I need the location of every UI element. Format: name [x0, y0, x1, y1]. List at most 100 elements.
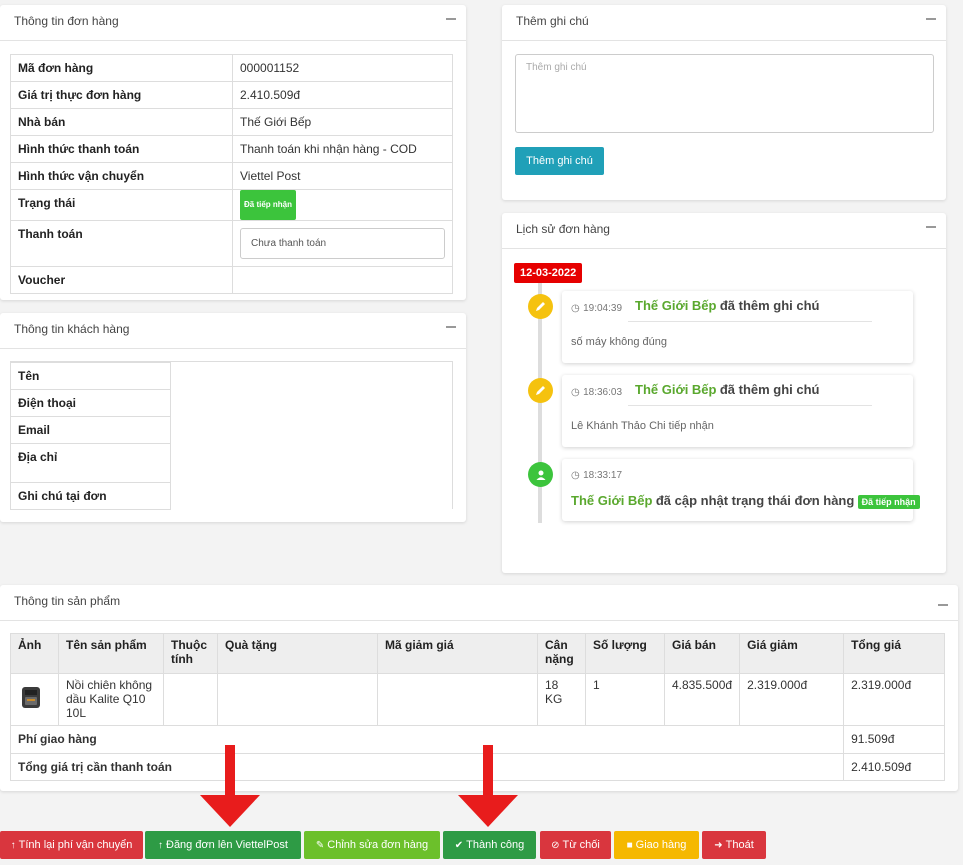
table-header-row: Ảnh Tên sản phẩm Thuộc tính Quà tặng Mã … — [10, 633, 945, 674]
seller-label: Nhà bán — [10, 108, 233, 136]
timeline-dot — [528, 462, 553, 487]
order-info-table: Mã đơn hàng 000001152 Giá trị thực đơn h… — [10, 54, 453, 294]
recalculate-shipping-button[interactable]: ↑ Tính lại phí vận chuyển — [0, 831, 143, 859]
pencil-icon — [536, 302, 545, 311]
status-badge: Đã tiếp nhận — [240, 190, 297, 220]
success-button[interactable]: ✔ Thành công — [443, 831, 536, 859]
customer-info-header: Thông tin khách hàng — [0, 313, 466, 349]
collapse-icon[interactable] — [446, 18, 456, 20]
table-row: Voucher — [10, 266, 453, 294]
table-row: Hình thức thanh toán Thanh toán khi nhận… — [10, 135, 453, 163]
customer-info-table: Tên Điện thoại Email Địa chỉ Ghi chú tại… — [10, 362, 171, 510]
history-event: ◷ 19:04:39 Thế Giới Bếp đã thêm ghi chú … — [562, 291, 913, 363]
history-header: Lịch sử đơn hàng — [502, 213, 946, 249]
col-header: Thuộc tính — [163, 633, 218, 674]
upload-icon: ↑ — [10, 840, 16, 851]
collapse-icon[interactable] — [938, 604, 948, 606]
pencil-icon — [536, 386, 545, 395]
table-row: Nhà bán Thế Giới Bếp — [10, 108, 453, 136]
table-row: Tên — [10, 362, 171, 390]
seller-value: Thế Giới Bếp — [232, 108, 453, 136]
col-header: Ảnh — [10, 633, 59, 674]
customer-note-label: Ghi chú tại đơn — [10, 482, 171, 510]
add-note-title: Thêm ghi chú — [516, 14, 589, 28]
table-row: Địa chỉ — [10, 443, 171, 483]
edit-icon: ✎ — [315, 840, 325, 851]
payment-method-label: Hình thức thanh toán — [10, 135, 233, 163]
order-info-panel: Thông tin đơn hàng Mã đơn hàng 000001152… — [0, 5, 466, 300]
col-header: Mã giảm giá — [377, 633, 538, 674]
collapse-icon[interactable] — [446, 326, 456, 328]
timeline-dot — [528, 294, 553, 319]
event-body: Lê Khánh Thảo Chi tiếp nhận — [571, 420, 714, 432]
table-row: Điện thoại — [10, 389, 171, 417]
product-price: 4.835.500đ — [663, 673, 741, 726]
product-name[interactable]: Nồi chiên không dầu Kalite Q10 10L — [58, 673, 164, 726]
order-info-title: Thông tin đơn hàng — [14, 14, 119, 28]
post-viettelpost-button[interactable]: ↑ Đăng đơn lên ViettelPost — [145, 831, 301, 859]
arrow-down-icon — [200, 745, 260, 827]
order-value-label: Giá trị thực đơn hàng — [10, 81, 233, 109]
event-action: đã cập nhật trạng thái đơn hàng — [655, 493, 855, 508]
history-date-badge: 12-03-2022 — [514, 263, 583, 283]
event-time: 18:33:17 — [583, 470, 623, 481]
order-id-label: Mã đơn hàng — [10, 54, 233, 82]
order-history-panel: Lịch sử đơn hàng 12-03-2022 ◷ 19:04:39 T… — [502, 213, 946, 573]
clock-icon: ◷ — [571, 387, 580, 398]
event-body: số máy không đúng — [571, 336, 668, 348]
col-header: Giá bán — [663, 633, 741, 674]
event-action: đã thêm ghi chú — [719, 382, 820, 397]
payment-status-field[interactable]: Chưa thanh toán — [240, 228, 445, 259]
shipping-fee-label: Phí giao hàng — [9, 725, 845, 754]
table-row: Thanh toán Chưa thanh toán — [10, 220, 453, 267]
shipping-method-value: Viettel Post — [232, 162, 453, 190]
table-row: Nồi chiên không dầu Kalite Q10 10L 18 KG… — [10, 673, 945, 726]
status-label: Trạng thái — [10, 189, 233, 221]
add-note-panel: Thêm ghi chú Thêm ghi chú Thêm ghi chú — [502, 5, 946, 200]
voucher-value — [232, 266, 453, 294]
add-note-button[interactable]: Thêm ghi chú — [515, 147, 604, 175]
col-header: Quà tặng — [217, 633, 378, 674]
edit-order-button[interactable]: ✎ Chỉnh sửa đơn hàng — [304, 831, 440, 859]
table-row: Email — [10, 416, 171, 444]
col-header: Tên sản phẩm — [58, 633, 164, 674]
collapse-icon[interactable] — [926, 18, 936, 20]
status-badge: Đã tiếp nhận — [857, 495, 920, 509]
products-title: Thông tin sản phẩm — [14, 594, 121, 608]
timeline-dot — [528, 378, 553, 403]
ban-icon: ⊘ — [551, 840, 560, 851]
col-header: Giá giảm — [739, 633, 845, 674]
collapse-icon[interactable] — [926, 226, 936, 228]
col-header: Tổng giá — [843, 633, 945, 674]
payment-method-value: Thanh toán khi nhận hàng - COD — [232, 135, 453, 163]
event-time: 18:36:03 — [583, 387, 623, 398]
timeline-line — [538, 283, 542, 523]
shipping-fee-value: 91.509đ — [843, 725, 945, 754]
product-qty: 1 — [585, 673, 665, 726]
col-header: Cân nặng — [537, 633, 586, 674]
customer-email-label: Email — [10, 416, 171, 444]
history-event: ◷ 18:36:03 Thế Giới Bếp đã thêm ghi chú … — [562, 375, 913, 447]
event-time: 19:04:39 — [583, 303, 623, 314]
payment-label: Thanh toán — [10, 220, 233, 267]
note-textarea[interactable]: Thêm ghi chú — [515, 54, 934, 133]
table-row: Trạng thái Đã tiếp nhận — [10, 189, 453, 221]
exit-button[interactable]: ➜ Thoát — [702, 831, 766, 859]
customer-info-panel: Thông tin khách hàng Tên Điện thoại Emai… — [0, 313, 466, 522]
table-row: Mã đơn hàng 000001152 — [10, 54, 453, 82]
product-gift — [217, 673, 378, 726]
event-actor: Thế Giới Bếp — [635, 298, 717, 313]
products-header: Thông tin sản phẩm — [0, 585, 958, 621]
clock-icon: ◷ — [571, 470, 580, 481]
customer-info-title: Thông tin khách hàng — [14, 322, 130, 336]
check-circle-icon: ✔ — [454, 840, 464, 851]
voucher-label: Voucher — [10, 266, 233, 294]
sign-out-icon: ➜ — [714, 840, 723, 851]
deliver-button[interactable]: ■ Giao hàng — [614, 831, 699, 859]
add-note-header: Thêm ghi chú — [502, 5, 946, 41]
reject-button[interactable]: ⊘ Từ chối — [540, 831, 611, 859]
event-action: đã thêm ghi chú — [719, 298, 820, 313]
customer-phone-label: Điện thoại — [10, 389, 171, 417]
clock-icon: ◷ — [571, 303, 580, 314]
customer-name-label: Tên — [10, 362, 171, 390]
